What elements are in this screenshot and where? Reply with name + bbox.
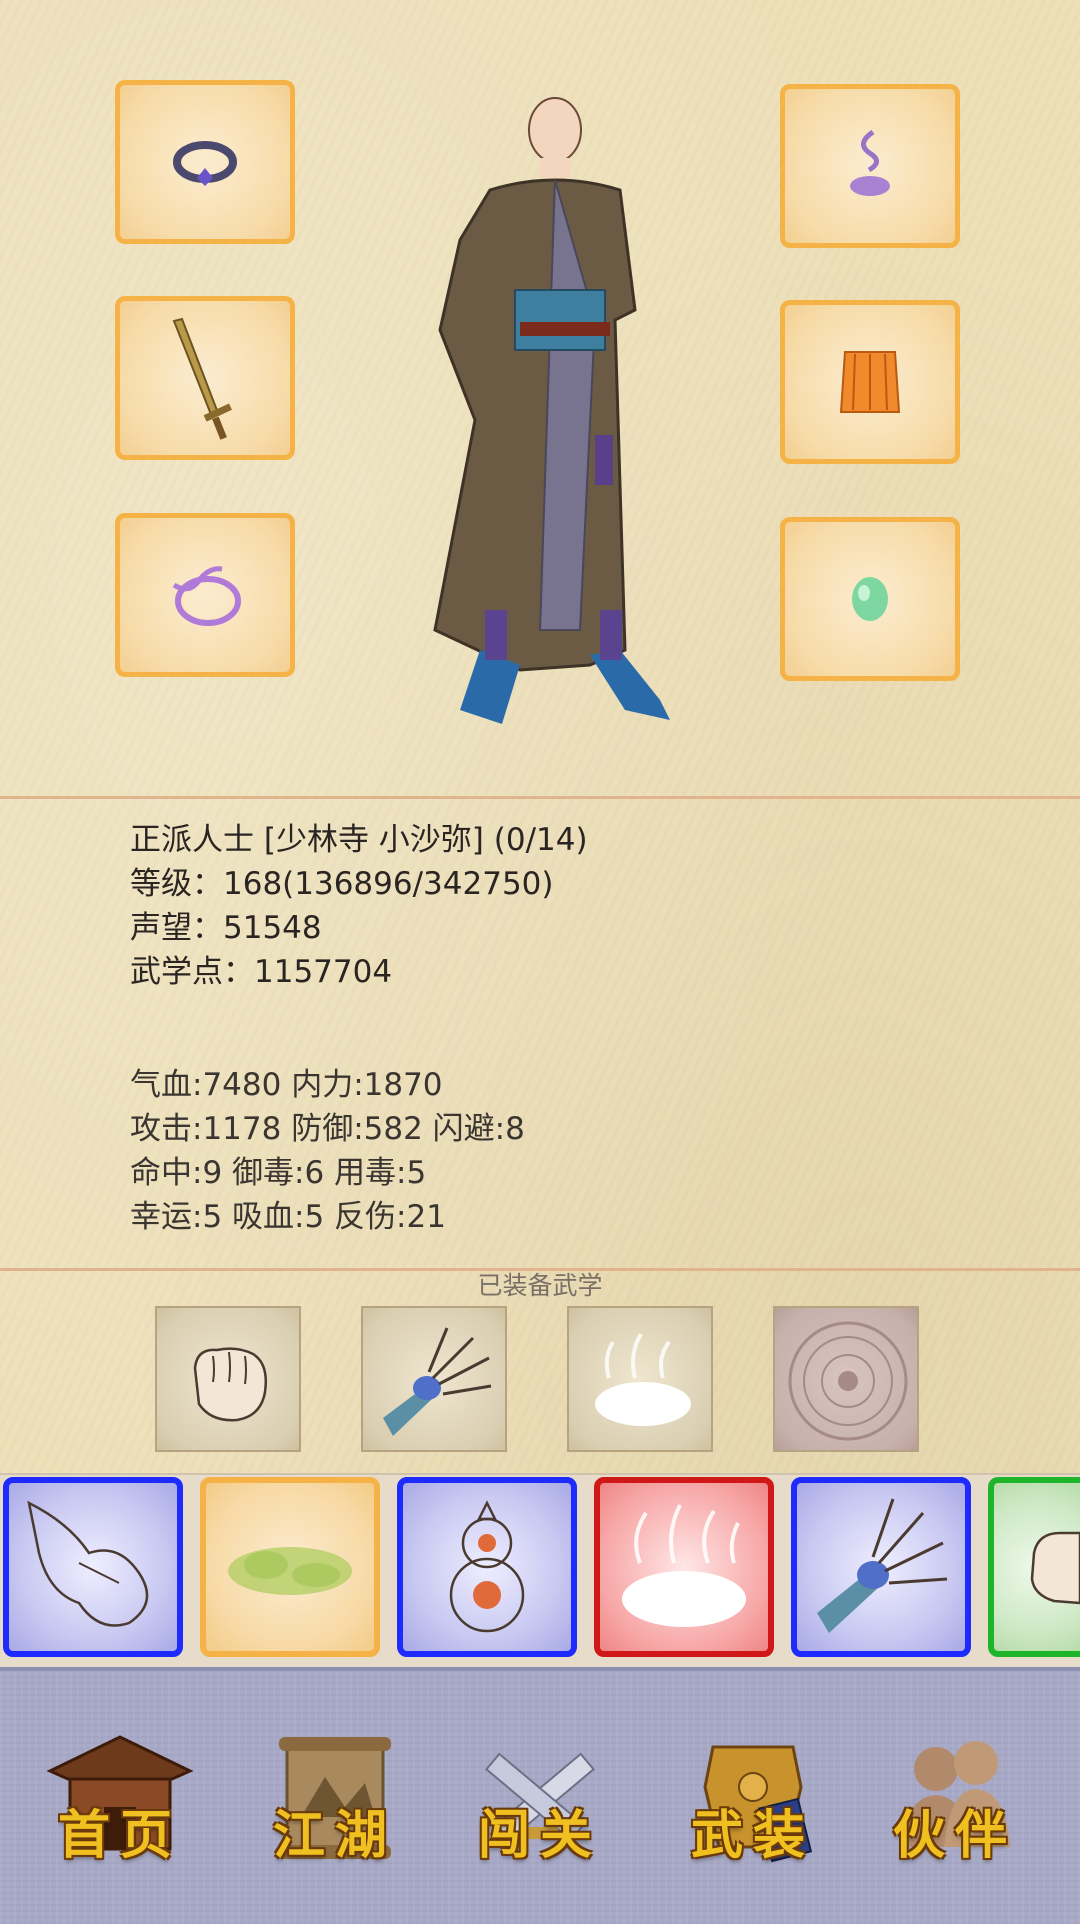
monk-character: [433, 97, 670, 724]
equipped-skill-slot[interactable]: [155, 1306, 301, 1452]
equipped-skill-slot[interactable]: [567, 1306, 713, 1452]
equip-slot-incense[interactable]: [780, 84, 960, 248]
gourd-icon: [449, 1500, 525, 1633]
nav-partner-label: 伙伴: [892, 1805, 1017, 1866]
nav-home[interactable]: 首页: [35, 1712, 205, 1882]
nav-jianghu[interactable]: 江湖: [250, 1712, 420, 1882]
equipped-skill-slot[interactable]: [361, 1306, 507, 1452]
stats-line: 气血:7480 内力:1870: [130, 1067, 443, 1103]
stats-block: 气血:7480 内力:1870 攻击:1178 防御:582 闪避:8 命中:9…: [130, 1063, 525, 1239]
nav-jianghu-label: 江湖: [272, 1805, 397, 1866]
jade-icon: [852, 577, 888, 621]
bracelet-icon: [172, 566, 241, 626]
profile-info: 正派人士 [少林寺 小沙弥] (0/14) 等级：168(136896/3427…: [130, 818, 588, 994]
equip-slot-jade[interactable]: [780, 517, 960, 681]
skill-card[interactable]: [988, 1477, 1080, 1657]
stats-line: 幸运:5 吸血:5 反伤:21: [130, 1199, 446, 1235]
skill-card[interactable]: [200, 1477, 380, 1657]
green-mist-icon: [228, 1547, 352, 1595]
skill-card[interactable]: [3, 1477, 183, 1657]
claw-hand-icon: [383, 1327, 492, 1436]
profile-martial-points: 武学点：1157704: [130, 954, 393, 990]
armor-skirt-icon: [839, 351, 901, 413]
nav-partner[interactable]: 伙伴: [870, 1712, 1040, 1882]
equip-slot-armor[interactable]: [780, 300, 960, 464]
sword-icon: [172, 317, 232, 440]
nav-equipment-label: 武装: [690, 1805, 815, 1866]
incense-icon: [850, 129, 890, 196]
divider-top: [0, 796, 1080, 799]
profile-reputation: 声望：51548: [130, 910, 322, 946]
equip-slot-ring[interactable]: [115, 80, 295, 244]
fist-icon: [193, 1347, 267, 1422]
skill-card[interactable]: [791, 1477, 971, 1657]
finger-point-icon: [27, 1500, 149, 1627]
equipped-skill-slot[interactable]: [773, 1306, 919, 1452]
nav-challenge-label: 闯关: [477, 1805, 602, 1866]
ring-icon: [173, 141, 237, 186]
profile-level: 等级：168(136896/342750): [130, 866, 554, 902]
character-figure: [420, 90, 710, 730]
steam-cloud-icon: [595, 1332, 691, 1426]
stone-seal-icon: [788, 1321, 908, 1441]
steam-cloud-icon: [622, 1504, 746, 1627]
nav-challenge[interactable]: 闯关: [455, 1712, 625, 1882]
profile-title: 正派人士 [少林寺 小沙弥] (0/14): [130, 822, 588, 858]
skill-card[interactable]: [397, 1477, 577, 1657]
skill-card[interactable]: [594, 1477, 774, 1657]
equip-slot-weapon[interactable]: [115, 296, 295, 460]
equip-slot-bracelet[interactable]: [115, 513, 295, 677]
claw-hand-icon: [817, 1498, 948, 1633]
fist-icon: [1030, 1531, 1080, 1605]
equipped-skills-title: 已装备武学: [477, 1271, 603, 1300]
stats-line: 命中:9 御毒:6 用毒:5: [130, 1155, 427, 1191]
stats-line: 攻击:1178 防御:582 闪避:8: [130, 1111, 525, 1147]
nav-equipment[interactable]: 武装: [668, 1712, 838, 1882]
nav-home-label: 首页: [57, 1805, 182, 1866]
